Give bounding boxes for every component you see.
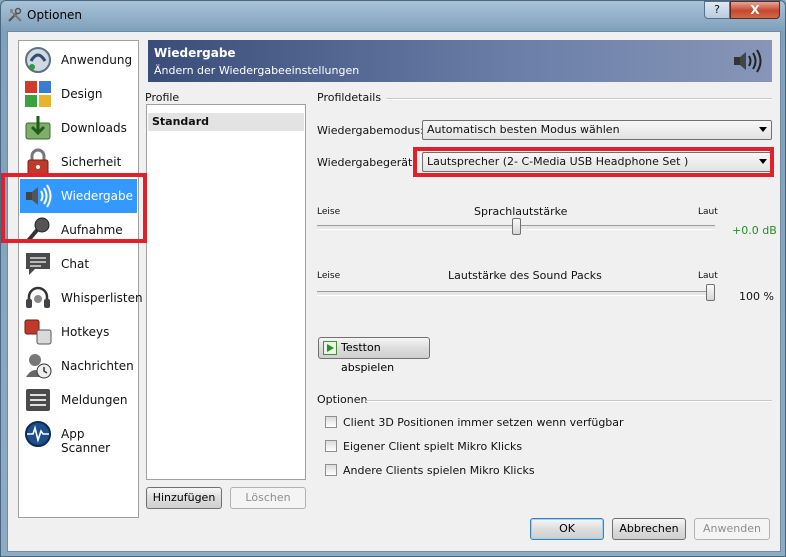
downloads-icon: [25, 116, 51, 140]
nav-item-label: Wiedergabe: [61, 189, 134, 203]
options-window: Optionen ? X Anwendung Design Downloads …: [0, 0, 786, 557]
divider: [366, 400, 772, 402]
nav-item-label: Sicherheit: [61, 155, 122, 169]
voice-min-label: Leise: [317, 207, 341, 217]
voice-volume-label: Sprachlautstärke: [474, 205, 568, 218]
design-palette-icon: [25, 81, 51, 107]
nav-item-hotkeys[interactable]: Hotkeys: [20, 315, 137, 349]
sound-pack-volume-value: 100 %: [739, 290, 774, 303]
add-profile-button[interactable]: Hinzufügen: [146, 487, 222, 509]
nav-item-app-scanner[interactable]: App Scanner: [20, 417, 137, 455]
nav-item-chat[interactable]: Chat: [20, 247, 137, 281]
nav-item-label: Anwendung: [61, 53, 133, 67]
device-label: Wiedergabegerät:: [317, 156, 417, 169]
nav-item-label: Chat: [61, 257, 90, 271]
category-list: Anwendung Design Downloads Sicherheit Wi…: [18, 40, 143, 518]
apply-button[interactable]: Anwenden: [694, 518, 770, 540]
banner-subtitle: Ändern der Wiedergabeeinstellungen: [154, 64, 360, 77]
nav-item-label: Aufnahme: [61, 223, 123, 237]
delete-profile-button[interactable]: Löschen: [230, 487, 306, 509]
profiles-header: Profile: [145, 91, 180, 104]
sound-pack-volume-track: [317, 291, 715, 296]
divider: [386, 98, 772, 100]
chevron-down-icon: [759, 127, 767, 132]
nav-item-meldungen[interactable]: Meldungen: [20, 383, 137, 417]
option-3d-positions-checkbox[interactable]: [325, 416, 337, 428]
test-tone-label: Testton abspielen: [341, 341, 395, 374]
teamspeak-icon: [25, 47, 51, 73]
option-3d-positions-label: Client 3D Positionen immer setzen wenn v…: [343, 416, 624, 429]
nav-item-wiedergabe[interactable]: Wiedergabe: [20, 179, 137, 213]
section-banner: Wiedergabe Ändern der Wiedergabeeinstell…: [148, 40, 772, 82]
voice-volume-value: +0.0 dB: [732, 224, 777, 237]
nav-item-design[interactable]: Design: [20, 77, 137, 111]
ok-button[interactable]: OK: [530, 518, 604, 540]
playback-device-select[interactable]: Lautsprecher (2- C-Media USB Headphone S…: [422, 152, 772, 172]
microphone-icon: [25, 217, 50, 244]
lock-icon: [27, 148, 49, 176]
nav-item-anwendung[interactable]: Anwendung: [20, 43, 137, 77]
nav-item-label: Design: [61, 87, 103, 101]
chat-icon: [26, 253, 50, 275]
nav-item-downloads[interactable]: Downloads: [20, 111, 137, 145]
sound-max-label: Laut: [698, 271, 718, 281]
chevron-down-icon: [759, 159, 767, 164]
playback-device-value: Lautsprecher (2- C-Media USB Headphone S…: [427, 155, 689, 168]
cancel-button[interactable]: Abbrechen: [612, 518, 686, 540]
dialog-client: Anwendung Design Downloads Sicherheit Wi…: [7, 31, 781, 552]
option-own-mic-clicks-label: Eigener Client spielt Mikro Klicks: [343, 440, 523, 453]
sound-min-label: Leise: [317, 271, 341, 281]
nav-item-nachrichten[interactable]: Nachrichten: [20, 349, 137, 383]
option-other-mic-clicks-checkbox[interactable]: [325, 464, 337, 476]
nav-item-label: Meldungen: [61, 393, 128, 407]
nav-item-sicherheit[interactable]: Sicherheit: [20, 145, 137, 179]
nav-item-label: Whisperlisten: [61, 291, 143, 305]
mode-label: Wiedergabemodus:: [317, 124, 424, 137]
hotkeys-icon: [24, 319, 52, 345]
sound-pack-volume-slider[interactable]: [706, 284, 715, 301]
option-other-mic-clicks-label: Andere Clients spielen Mikro Klicks: [343, 464, 535, 477]
profiles-list[interactable]: Standard: [146, 104, 306, 480]
voice-volume-slider[interactable]: [511, 218, 521, 235]
nav-item-label: App Scanner: [61, 427, 111, 455]
test-tone-button[interactable]: Testton abspielen: [318, 337, 430, 374]
nav-item-aufnahme[interactable]: Aufnahme: [20, 213, 137, 247]
nav-item-whisperlisten[interactable]: Whisperlisten: [20, 281, 143, 315]
list-item[interactable]: Standard: [148, 113, 304, 131]
speaker-icon: [26, 184, 52, 208]
tools-icon: [8, 7, 22, 22]
nav-item-label: Downloads: [61, 121, 127, 135]
title-bar[interactable]: Optionen ? X: [1, 1, 785, 29]
help-button[interactable]: ?: [704, 1, 730, 19]
profile-details-header: Profildetails: [317, 91, 382, 104]
voice-max-label: Laut: [698, 207, 718, 217]
app-scanner-icon: [25, 421, 51, 447]
close-button[interactable]: X: [730, 1, 780, 19]
option-own-mic-clicks-checkbox[interactable]: [325, 440, 337, 452]
playback-mode-select[interactable]: Automatisch besten Modus wählen: [422, 120, 772, 140]
headset-icon: [26, 286, 50, 308]
nav-item-label: Nachrichten: [61, 359, 134, 373]
playback-mode-value: Automatisch besten Modus wählen: [427, 123, 620, 136]
options-header: Optionen: [317, 393, 368, 406]
messages-icon: [26, 354, 52, 379]
speaker-icon: [734, 49, 762, 73]
nav-item-label: Hotkeys: [61, 325, 110, 339]
sound-pack-volume-label: Lautstärke des Sound Packs: [448, 269, 602, 282]
notifications-icon: [26, 389, 50, 411]
play-icon: [323, 341, 337, 355]
window-title: Optionen: [27, 8, 83, 22]
banner-title: Wiedergabe: [154, 46, 236, 60]
